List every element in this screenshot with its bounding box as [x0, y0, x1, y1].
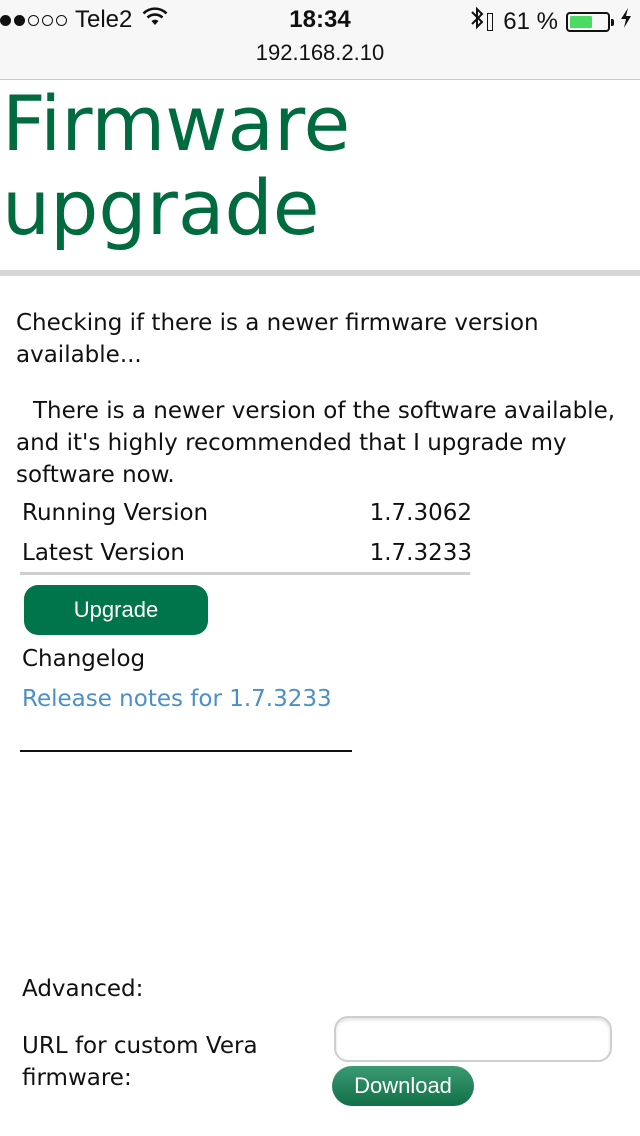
version-label: Running Version — [22, 500, 209, 526]
download-button[interactable]: Download — [332, 1066, 474, 1106]
upgrade-button[interactable]: Upgrade — [24, 585, 208, 635]
browser-url[interactable]: 192.168.2.10 — [0, 40, 640, 66]
version-value: 1.7.3062 — [369, 500, 472, 526]
status-bar: Tele2 18:34 61 % 192.168.2.10 — [0, 0, 640, 80]
custom-url-label: URL for custom Vera firmware: — [22, 1033, 258, 1091]
custom-firmware-url-input[interactable] — [334, 1016, 612, 1062]
battery-icon — [566, 11, 614, 32]
table-row: Latest Version 1.7.3233 — [22, 536, 472, 576]
status-right-group: 61 % — [469, 6, 632, 37]
notice-text: There is a newer version of the software… — [16, 398, 616, 488]
battery-percent: 61 % — [503, 7, 558, 35]
checking-text: Checking if there is a newer firmware ve… — [16, 310, 539, 368]
version-value: 1.7.3233 — [369, 540, 472, 566]
version-label: Latest Version — [22, 540, 185, 566]
table-row: Running Version 1.7.3062 — [22, 496, 472, 536]
section-divider — [20, 750, 352, 752]
bluetooth-icon — [469, 6, 485, 37]
version-divider — [20, 572, 470, 575]
page-title: Firmware upgrade — [2, 79, 351, 252]
bluetooth-battery-icon — [487, 12, 494, 31]
charging-bolt-icon — [620, 7, 632, 36]
advanced-label: Advanced: — [22, 976, 144, 1002]
version-table: Running Version 1.7.3062 Latest Version … — [22, 496, 472, 576]
release-notes-link[interactable]: Release notes for 1.7.3233 — [22, 686, 332, 712]
title-divider — [0, 270, 640, 276]
battery-level-fill — [570, 15, 592, 28]
changelog-label: Changelog — [22, 646, 146, 672]
